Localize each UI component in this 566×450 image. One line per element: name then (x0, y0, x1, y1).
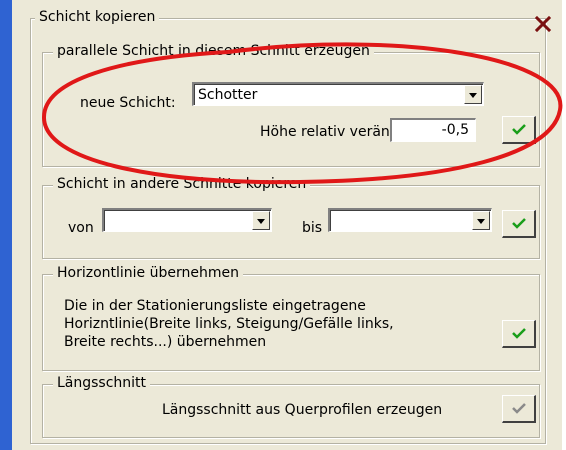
neue-schicht-combobox[interactable]: Schotter (192, 82, 484, 106)
dialog-title: Schicht kopieren (35, 9, 160, 25)
apply-horizont-button[interactable] (502, 320, 536, 348)
laengs-description: Längsschnitt aus Querprofilen erzeugen (162, 402, 443, 418)
window-left-border (0, 0, 12, 450)
neue-schicht-value: Schotter (198, 87, 258, 103)
bis-label: bis (302, 220, 323, 236)
checkmark-icon (512, 403, 526, 414)
group-horizont-legend: Horizontlinie übernehmen (53, 265, 243, 281)
chevron-down-icon[interactable] (472, 211, 490, 230)
apply-parallel-button[interactable] (502, 116, 536, 144)
von-label: von (68, 220, 94, 236)
checkmark-icon (512, 328, 526, 339)
checkmark-icon (512, 124, 526, 135)
bis-combobox[interactable] (328, 208, 492, 232)
horizont-description-line2: Horizntlinie(Breite links, Steigung/Gefä… (64, 316, 394, 332)
apply-copy-button[interactable] (502, 210, 536, 238)
group-copy-legend: Schicht in andere Schnitte kopieren (53, 176, 311, 192)
von-combobox[interactable] (102, 208, 272, 232)
horizont-description-line1: Die in der Stationierungsliste eingetrag… (64, 298, 366, 314)
hoehe-input[interactable]: -0,5 (390, 118, 476, 142)
horizont-description-line3: Breite rechts...) übernehmen (64, 334, 267, 350)
neue-schicht-label: neue Schicht: (80, 95, 176, 111)
group-parallel-legend: parallele Schicht in diesem Schnitt erze… (53, 43, 374, 59)
group-laengs-legend: Längsschnitt (53, 375, 151, 391)
close-icon[interactable] (534, 15, 552, 34)
chevron-down-icon[interactable] (252, 211, 270, 230)
chevron-down-icon[interactable] (464, 85, 482, 104)
checkmark-icon (512, 218, 526, 229)
laengsschnitt-button[interactable] (502, 395, 536, 423)
schicht-kopieren-dialog: Schicht kopieren parallele Schicht in di… (12, 0, 562, 450)
